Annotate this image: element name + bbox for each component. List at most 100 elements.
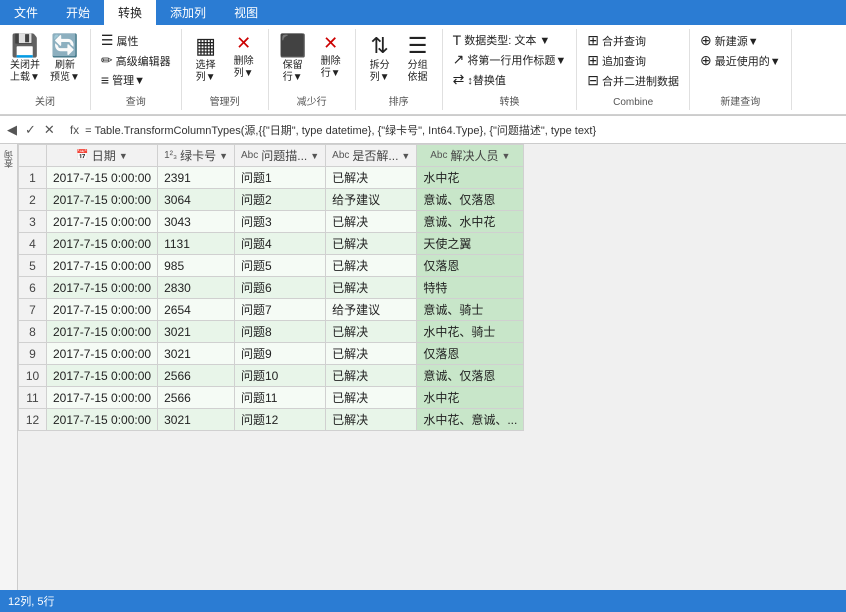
recent-icon: ⊕: [700, 52, 712, 69]
ribbon-tab-bar: 文件 开始 转换 添加列 视图: [0, 0, 846, 25]
merge-queries-button[interactable]: ⊞ 合并查询: [583, 31, 683, 50]
cell-resolved-7: 给予建议: [326, 299, 417, 321]
close-load-button[interactable]: 💾 关闭并上载▼: [6, 31, 44, 86]
select-columns-button[interactable]: ▦ 选择列▼: [188, 31, 224, 86]
manage-icon: ≡: [101, 72, 109, 88]
cell-date-12: 2017-7-15 0:00:00: [47, 409, 158, 431]
split-column-button[interactable]: ⇅ 拆分列▼: [362, 31, 398, 86]
person-filter-btn[interactable]: ▼: [502, 151, 511, 161]
col-header-issue[interactable]: Abc 问题描... ▼: [235, 145, 326, 167]
cell-card-9: 3021: [158, 343, 235, 365]
delete-cols-icon: ✕: [236, 33, 251, 55]
replace-values-button[interactable]: ⇄ ↕替换值: [449, 70, 571, 89]
side-icon-queries[interactable]: 查询: [2, 150, 15, 168]
table-row: 11 2017-7-15 0:00:00 2566 问题11 已解决 水中花: [19, 387, 524, 409]
cell-card-1: 2391: [158, 167, 235, 189]
cell-card-4: 1131: [158, 233, 235, 255]
cell-card-12: 3021: [158, 409, 235, 431]
cell-person-12: 水中花、意诚、...: [417, 409, 524, 431]
close-load-icon: 💾: [11, 33, 38, 59]
group-new-query-label: 新建查询: [720, 91, 760, 108]
status-text: 12列, 5行: [8, 593, 54, 609]
ribbon-group-query: ☰ 属性 ✏ 高级编辑器 ≡ 管理▼ 查询: [91, 29, 182, 110]
tab-view[interactable]: 视图: [220, 0, 272, 25]
cell-date-5: 2017-7-15 0:00:00: [47, 255, 158, 277]
tab-transform[interactable]: 转换: [104, 0, 156, 25]
use-first-row-button[interactable]: ↗ 将第一行用作标题▼: [449, 50, 571, 69]
cell-date-8: 2017-7-15 0:00:00: [47, 321, 158, 343]
row-num-11: 11: [19, 387, 47, 409]
group-by-button[interactable]: ☰ 分组依据: [400, 31, 436, 86]
append-queries-button[interactable]: ⊞ 追加查询: [583, 51, 683, 70]
cell-person-11: 水中花: [417, 387, 524, 409]
tab-home[interactable]: 开始: [52, 0, 104, 25]
cell-issue-4: 问题4: [235, 233, 326, 255]
cell-person-1: 水中花: [417, 167, 524, 189]
cell-resolved-11: 已解决: [326, 387, 417, 409]
row-num-6: 6: [19, 277, 47, 299]
recent-sources-button[interactable]: ⊕ 最近使用的▼: [696, 51, 785, 70]
row-num-10: 10: [19, 365, 47, 387]
data-grid-wrapper[interactable]: 📅 日期 ▼ 1²₃ 绿卡号 ▼ Ab: [18, 144, 846, 590]
merge-binary-button[interactable]: ⊟ 合并二进制数据: [583, 71, 683, 90]
card-col-label: 绿卡号: [180, 147, 216, 164]
cell-issue-10: 问题10: [235, 365, 326, 387]
cell-date-4: 2017-7-15 0:00:00: [47, 233, 158, 255]
nav-cancel-button[interactable]: ✕: [41, 122, 58, 138]
formula-content: = Table.TransformColumnTypes(源,{{"日期", t…: [85, 122, 842, 138]
keep-rows-button[interactable]: ⬛ 保留行▼: [275, 31, 311, 86]
merge-binary-icon: ⊟: [587, 72, 599, 89]
card-filter-btn[interactable]: ▼: [219, 151, 228, 161]
group-sort-label: 排序: [389, 91, 409, 108]
data-type-button[interactable]: T 数据类型: 文本 ▼: [449, 31, 571, 49]
cell-date-11: 2017-7-15 0:00:00: [47, 387, 158, 409]
date-filter-btn[interactable]: ▼: [119, 151, 128, 161]
tab-file[interactable]: 文件: [0, 0, 52, 25]
cell-resolved-10: 已解决: [326, 365, 417, 387]
first-row-icon: ↗: [453, 51, 465, 68]
cell-date-10: 2017-7-15 0:00:00: [47, 365, 158, 387]
tab-add-column[interactable]: 添加列: [156, 0, 220, 25]
cell-card-2: 3064: [158, 189, 235, 211]
issue-filter-btn[interactable]: ▼: [310, 151, 319, 161]
data-type-icon: T: [453, 32, 462, 48]
cell-issue-3: 问题3: [235, 211, 326, 233]
delete-rows-button[interactable]: ✕ 删除行▼: [313, 31, 349, 82]
cell-person-9: 仅落恩: [417, 343, 524, 365]
person-col-label: 解决人员: [451, 147, 499, 164]
col-header-person[interactable]: Abc 解决人员 ▼: [417, 145, 524, 167]
date-type-icon: 📅: [76, 150, 88, 161]
cell-resolved-12: 已解决: [326, 409, 417, 431]
cell-resolved-6: 已解决: [326, 277, 417, 299]
col-header-date[interactable]: 📅 日期 ▼: [47, 145, 158, 167]
cell-issue-8: 问题8: [235, 321, 326, 343]
ribbon-group-new-query: ⊕ 新建源▼ ⊕ 最近使用的▼ 新建查询: [690, 29, 792, 110]
delete-columns-button[interactable]: ✕ 删除列▼: [226, 31, 262, 82]
cell-date-9: 2017-7-15 0:00:00: [47, 343, 158, 365]
row-num-3: 3: [19, 211, 47, 233]
advanced-editor-button[interactable]: ✏ 高级编辑器: [97, 51, 175, 70]
cell-issue-7: 问题7: [235, 299, 326, 321]
delete-rows-icon: ✕: [323, 33, 338, 55]
col-header-card[interactable]: 1²₃ 绿卡号 ▼: [158, 145, 235, 167]
formula-fx-label: fx: [70, 123, 79, 137]
cell-card-11: 2566: [158, 387, 235, 409]
cell-person-2: 意诚、仅落恩: [417, 189, 524, 211]
nav-check-button[interactable]: ✓: [22, 122, 39, 138]
resolved-filter-btn[interactable]: ▼: [401, 151, 410, 161]
group-close-label: 关闭: [35, 91, 55, 108]
manage-button[interactable]: ≡ 管理▼: [97, 71, 175, 89]
properties-button[interactable]: ☰ 属性: [97, 31, 175, 50]
cell-issue-6: 问题6: [235, 277, 326, 299]
append-icon: ⊞: [587, 52, 599, 69]
ribbon: 文件 开始 转换 添加列 视图 💾 关闭并上载▼ 🔄 刷新预览▼ 关闭: [0, 0, 846, 116]
row-num-1: 1: [19, 167, 47, 189]
new-source-button[interactable]: ⊕ 新建源▼: [696, 31, 785, 50]
row-num-8: 8: [19, 321, 47, 343]
col-header-resolved[interactable]: Abc 是否解... ▼: [326, 145, 417, 167]
nav-left-button[interactable]: ◀: [4, 122, 20, 138]
cell-resolved-9: 已解决: [326, 343, 417, 365]
person-type-icon: Abc: [430, 150, 447, 161]
table-row: 9 2017-7-15 0:00:00 3021 问题9 已解决 仅落恩: [19, 343, 524, 365]
refresh-preview-button[interactable]: 🔄 刷新预览▼: [46, 31, 84, 86]
